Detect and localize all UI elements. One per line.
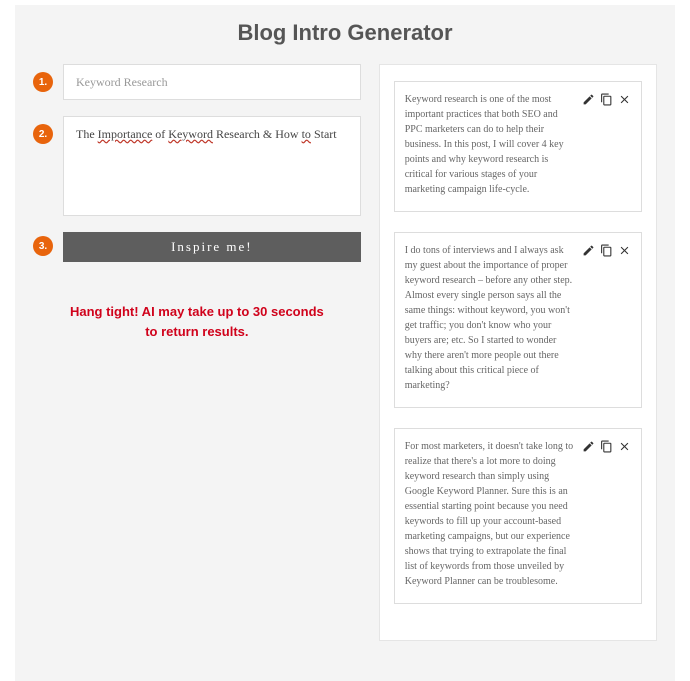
- close-icon[interactable]: [617, 439, 631, 453]
- status-line-2: to return results.: [33, 322, 361, 342]
- step-1-field: [63, 64, 361, 100]
- result-card: Keyword research is one of the most impo…: [394, 81, 642, 212]
- page-title: Blog Intro Generator: [33, 20, 657, 46]
- edit-icon[interactable]: [581, 92, 595, 106]
- results-column: Keyword research is one of the most impo…: [379, 64, 657, 641]
- inspire-button[interactable]: Inspire me!: [63, 232, 361, 262]
- result-text: Keyword research is one of the most impo…: [405, 92, 575, 197]
- keyword-input[interactable]: [63, 64, 361, 100]
- step-3-field: Inspire me!: [63, 232, 361, 262]
- topic-textarea[interactable]: The Importance of Keyword Research & How…: [63, 116, 361, 216]
- step-3: 3. Inspire me!: [33, 232, 361, 262]
- step-badge-3: 3.: [33, 236, 53, 256]
- step-badge-2: 2.: [33, 124, 53, 144]
- form-column: 1. 2. The Importance of Keyword Research…: [33, 64, 361, 341]
- result-card: For most marketers, it doesn't take long…: [394, 428, 642, 604]
- result-actions: [581, 243, 631, 393]
- close-icon[interactable]: [617, 243, 631, 257]
- result-actions: [581, 439, 631, 589]
- edit-icon[interactable]: [581, 439, 595, 453]
- copy-icon[interactable]: [599, 92, 613, 106]
- close-icon[interactable]: [617, 92, 631, 106]
- step-2: 2. The Importance of Keyword Research & …: [33, 116, 361, 216]
- copy-icon[interactable]: [599, 439, 613, 453]
- step-badge-1: 1.: [33, 72, 53, 92]
- edit-icon[interactable]: [581, 243, 595, 257]
- step-2-field: The Importance of Keyword Research & How…: [63, 116, 361, 216]
- result-card: I do tons of interviews and I always ask…: [394, 232, 642, 408]
- step-1: 1.: [33, 64, 361, 100]
- status-line-1: Hang tight! AI may take up to 30 seconds: [33, 302, 361, 322]
- columns: 1. 2. The Importance of Keyword Research…: [33, 64, 657, 641]
- result-actions: [581, 92, 631, 197]
- copy-icon[interactable]: [599, 243, 613, 257]
- result-text: I do tons of interviews and I always ask…: [405, 243, 575, 393]
- status-message: Hang tight! AI may take up to 30 seconds…: [33, 302, 361, 341]
- result-text: For most marketers, it doesn't take long…: [405, 439, 575, 589]
- app-panel: Blog Intro Generator 1. 2. The Importanc…: [15, 5, 675, 681]
